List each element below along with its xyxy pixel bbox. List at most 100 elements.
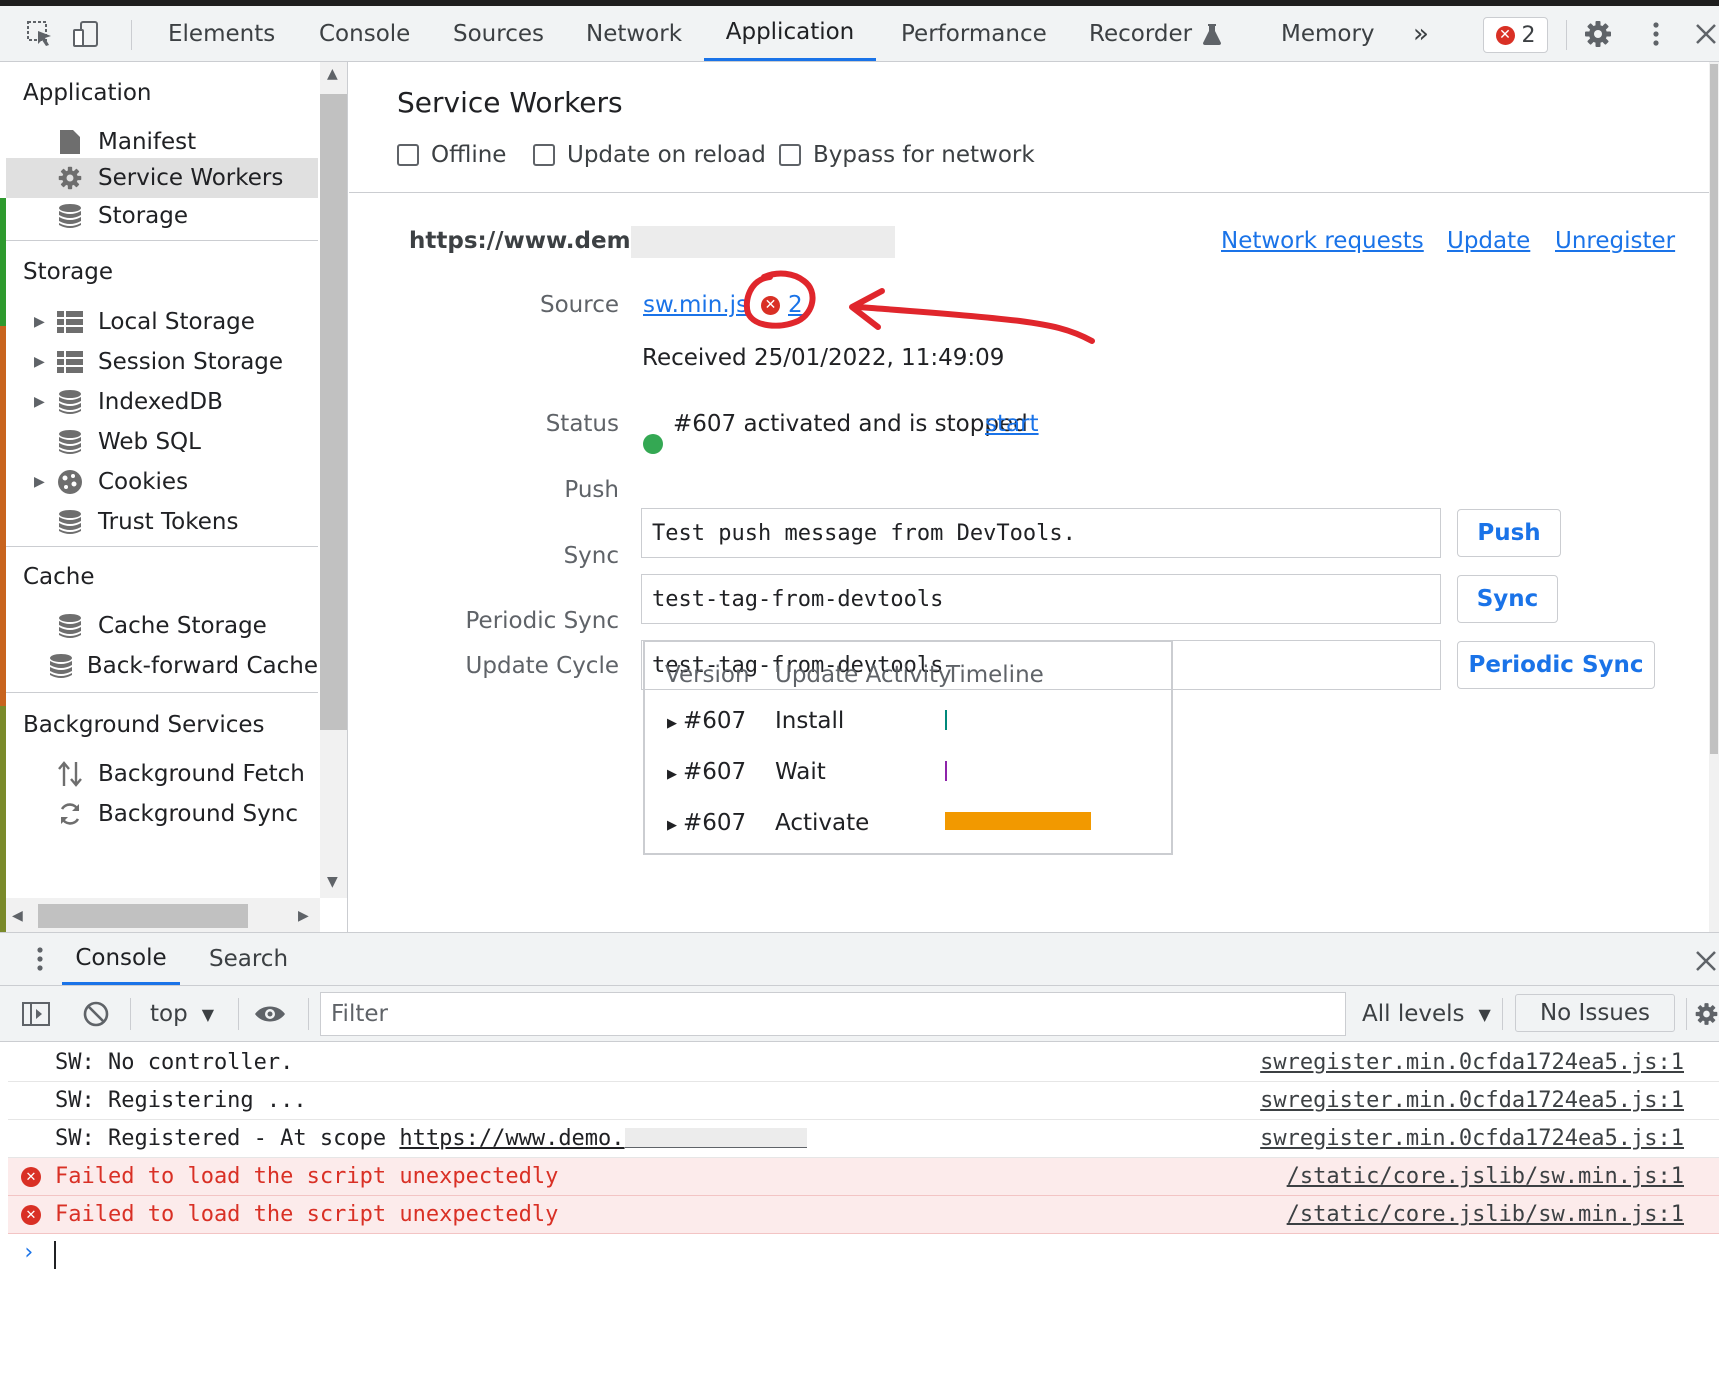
console-message-source-link[interactable]: swregister.min.0cfda1724ea5.js:1 (1260, 1088, 1684, 1113)
periodic-sync-label: Periodic Sync (465, 608, 620, 634)
push-button[interactable]: Push (1457, 509, 1561, 557)
redacted-url-area (624, 1128, 807, 1148)
issues-button[interactable]: No Issues (1515, 994, 1675, 1032)
close-drawer-icon[interactable] (1690, 945, 1719, 977)
scroll-up-arrow-icon[interactable]: ▲ (327, 66, 338, 82)
periodic-sync-button[interactable]: Periodic Sync (1457, 641, 1655, 689)
sidebar-item-session-storage[interactable]: ▶ Session Storage (6, 342, 318, 382)
drawer-tab-search[interactable]: Search (203, 933, 294, 985)
expand-arrow-icon[interactable]: ▶ (667, 716, 677, 731)
error-icon: ✕ (1495, 25, 1515, 45)
scroll-down-arrow-icon[interactable]: ▼ (327, 874, 338, 890)
console-message-source-link[interactable]: /static/core.jslib/sw.min.js:1 (1287, 1202, 1684, 1227)
expand-arrow-icon[interactable]: ▶ (667, 767, 677, 782)
console-filter-input[interactable]: Filter (320, 992, 1346, 1036)
source-file-link[interactable]: sw.min.js (643, 292, 748, 318)
database-icon (49, 652, 73, 680)
toolbar-separator (1502, 998, 1503, 1030)
scroll-left-arrow-icon[interactable]: ◀ (12, 908, 23, 924)
tab-recorder[interactable]: Recorder (1083, 6, 1228, 61)
source-label: Source (540, 292, 619, 318)
console-toolbar: top ▼ Filter All levels ▼ No Issues (0, 986, 1719, 1042)
tab-console[interactable]: Console (313, 6, 416, 61)
sidebar-item-indexeddb[interactable]: ▶ IndexedDB (6, 382, 318, 422)
sidebar-item-web-sql[interactable]: Web SQL (6, 422, 318, 462)
kebab-menu-icon[interactable] (1640, 18, 1672, 50)
console-message-scope-link[interactable]: https://www.demo. (399, 1126, 624, 1151)
device-toolbar-icon[interactable] (70, 18, 102, 50)
close-icon[interactable] (1690, 18, 1719, 50)
drawer-menu-icon[interactable] (24, 943, 56, 975)
toolbar-separator (130, 998, 131, 1030)
console-message-source-link[interactable]: swregister.min.0cfda1724ea5.js:1 (1260, 1126, 1684, 1151)
timeline-bar-install (945, 710, 947, 730)
more-tabs-icon[interactable]: » (1407, 6, 1435, 61)
main-scroll-thumb[interactable] (1710, 64, 1718, 754)
error-count: 2 (1521, 22, 1536, 48)
expand-arrow-icon[interactable]: ▶ (34, 474, 48, 490)
error-count-badge[interactable]: ✕ 2 (1483, 17, 1548, 53)
console-message-source-link[interactable]: swregister.min.0cfda1724ea5.js:1 (1260, 1050, 1684, 1075)
sidebar-item-manifest[interactable]: Manifest (6, 122, 318, 162)
sidebar-item-label: Local Storage (98, 309, 255, 335)
push-message-input[interactable]: Test push message from DevTools. (641, 508, 1441, 558)
source-error-link[interactable]: ✕ 2 (761, 292, 803, 318)
expand-arrow-icon[interactable]: ▶ (667, 818, 677, 833)
console-input-caret[interactable] (54, 1241, 56, 1269)
checkbox-box[interactable] (397, 144, 419, 166)
expand-arrow-icon[interactable]: ▶ (34, 394, 48, 410)
sidebar-item-cookies[interactable]: ▶ Cookies (6, 462, 318, 502)
sidebar-scroll-thumb[interactable] (320, 94, 347, 730)
tab-performance[interactable]: Performance (895, 6, 1053, 61)
sidebar-item-local-storage[interactable]: ▶ Local Storage (6, 302, 318, 342)
tab-application[interactable]: Application (704, 6, 876, 61)
sidebar-item-cache-storage[interactable]: Cache Storage (6, 606, 318, 646)
console-message-text: Failed to load the script unexpectedly (55, 1164, 559, 1189)
sidebar-item-background-sync[interactable]: Background Sync (6, 794, 318, 834)
update-link[interactable]: Update (1447, 228, 1530, 254)
start-link[interactable]: start (985, 411, 1039, 437)
gear-icon[interactable] (1582, 18, 1614, 50)
expand-arrow-icon[interactable]: ▶ (34, 314, 48, 330)
scroll-right-arrow-icon[interactable]: ▶ (298, 908, 309, 924)
console-prompt-icon: › (22, 1240, 36, 1265)
context-selector[interactable]: top ▼ (150, 998, 214, 1030)
drawer-tab-console[interactable]: Console (62, 933, 180, 985)
expand-arrow-icon[interactable]: ▶ (34, 354, 48, 370)
column-header-timeline: Timeline (946, 662, 1044, 688)
console-settings-gear-icon[interactable] (1694, 998, 1719, 1030)
tab-sources[interactable]: Sources (447, 6, 550, 61)
checkbox-box[interactable] (533, 144, 555, 166)
sidebar-toggle-icon[interactable] (20, 998, 52, 1030)
application-sidebar: Application Manifest Service Workers Sto… (0, 62, 348, 932)
database-icon (56, 388, 84, 416)
sidebar-item-label: Trust Tokens (98, 509, 239, 535)
tab-memory[interactable]: Memory (1275, 6, 1381, 61)
sync-tag-input[interactable]: test-tag-from-devtools (641, 574, 1441, 624)
checkbox-box[interactable] (779, 144, 801, 166)
clear-console-icon[interactable] (80, 998, 112, 1030)
network-requests-link[interactable]: Network requests (1221, 228, 1424, 254)
eye-icon[interactable] (254, 998, 286, 1030)
console-message-prefix: SW: Registered - At scope (55, 1126, 400, 1151)
console-message: SW: Registering ... swregister.min.0cfda… (8, 1082, 1719, 1120)
sidebar-item-service-workers[interactable]: Service Workers (6, 158, 318, 198)
update-on-reload-checkbox[interactable]: Update on reload (533, 142, 766, 168)
sidebar-item-storage[interactable]: Storage (6, 196, 318, 236)
tab-network[interactable]: Network (580, 6, 688, 61)
sync-button[interactable]: Sync (1457, 575, 1558, 623)
inspect-element-icon[interactable] (24, 18, 56, 50)
log-levels-dropdown[interactable]: All levels ▼ (1362, 998, 1491, 1030)
bypass-for-network-checkbox[interactable]: Bypass for network (779, 142, 1035, 168)
gear-icon (56, 164, 84, 192)
unregister-link[interactable]: Unregister (1555, 228, 1675, 254)
sidebar-item-trust-tokens[interactable]: Trust Tokens (6, 502, 318, 542)
cycle-version: #607 (683, 759, 747, 785)
source-error-count: 2 (788, 292, 803, 318)
tab-elements[interactable]: Elements (162, 6, 281, 61)
console-message-source-link[interactable]: /static/core.jslib/sw.min.js:1 (1287, 1164, 1684, 1189)
offline-checkbox[interactable]: Offline (397, 142, 506, 168)
sidebar-horizontal-scroll-thumb[interactable] (38, 904, 248, 928)
sidebar-item-back-forward-cache[interactable]: Back-forward Cache (6, 646, 318, 686)
sidebar-item-background-fetch[interactable]: Background Fetch (6, 754, 318, 794)
